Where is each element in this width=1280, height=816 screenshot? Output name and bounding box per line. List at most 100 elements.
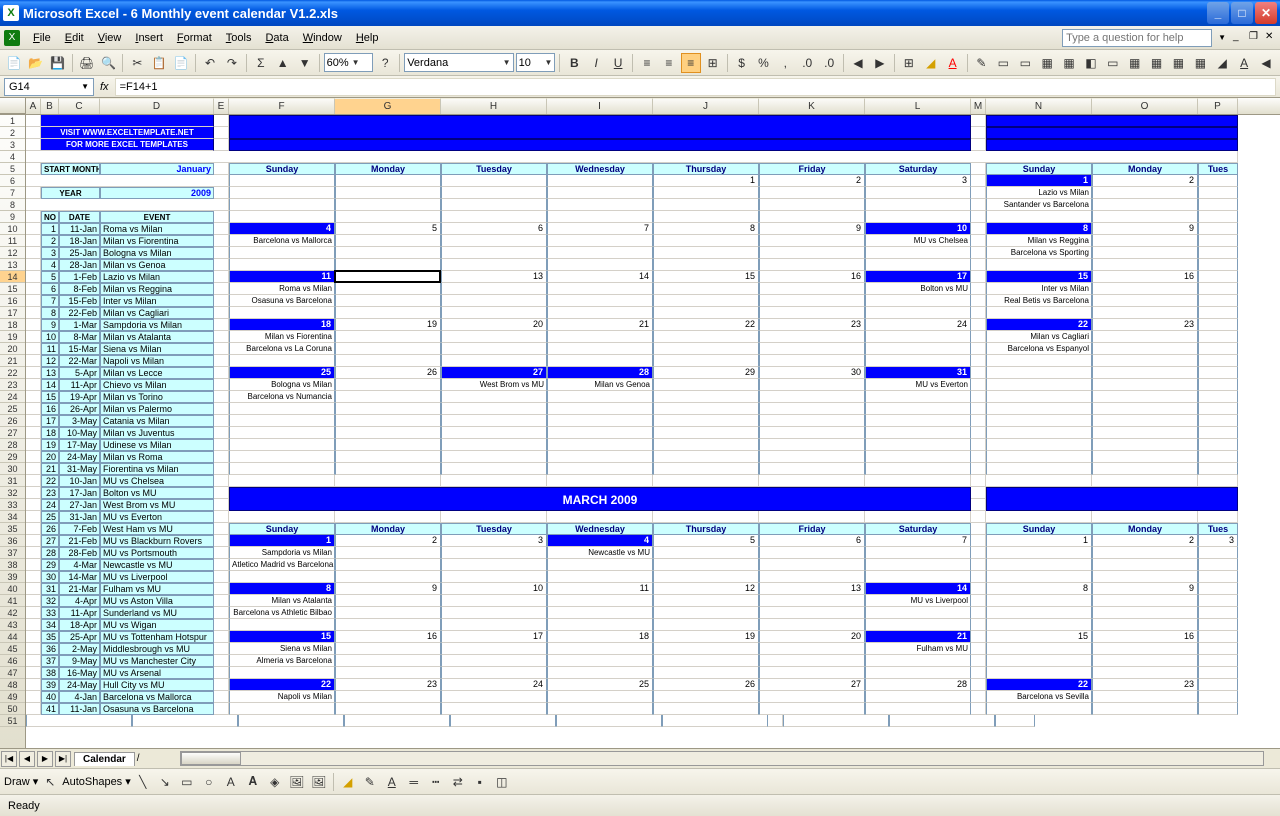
row-header-23[interactable]: 23 xyxy=(0,379,25,391)
row-header-43[interactable]: 43 xyxy=(0,619,25,631)
row-header-30[interactable]: 30 xyxy=(0,463,25,475)
fontcolor-icon[interactable]: A xyxy=(943,53,963,73)
help-dropdown[interactable]: ▼ xyxy=(1218,33,1226,42)
row-header-34[interactable]: 34 xyxy=(0,511,25,523)
row-header-37[interactable]: 37 xyxy=(0,547,25,559)
underline-icon[interactable]: U xyxy=(608,53,628,73)
row-header-50[interactable]: 50 xyxy=(0,703,25,715)
row-header-41[interactable]: 41 xyxy=(0,595,25,607)
percent-icon[interactable]: % xyxy=(754,53,774,73)
sort-desc-icon[interactable]: ▼ xyxy=(295,53,315,73)
fontsize-combo[interactable]: 10▼ xyxy=(516,53,556,72)
row-header-48[interactable]: 48 xyxy=(0,679,25,691)
row-header-15[interactable]: 15 xyxy=(0,283,25,295)
col-header-D[interactable]: D xyxy=(100,98,214,114)
row-header-7[interactable]: 7 xyxy=(0,187,25,199)
currency-icon[interactable]: $ xyxy=(732,53,752,73)
row-header-22[interactable]: 22 xyxy=(0,367,25,379)
paste-icon[interactable]: 📄 xyxy=(171,53,191,73)
row-header-47[interactable]: 47 xyxy=(0,667,25,679)
col-header-J[interactable]: J xyxy=(653,98,759,114)
row-header-18[interactable]: 18 xyxy=(0,319,25,331)
misc11-icon[interactable]: ▦ xyxy=(1190,53,1210,73)
misc5-icon[interactable]: ▦ xyxy=(1059,53,1079,73)
new-icon[interactable]: 📄 xyxy=(4,53,24,73)
doc-close-button[interactable]: ✕ xyxy=(1265,31,1279,45)
col-header-B[interactable]: B xyxy=(41,98,59,114)
arrowstyle-icon[interactable]: ⇄ xyxy=(448,772,468,792)
select-objects-icon[interactable]: ↖ xyxy=(40,772,60,792)
arrow-icon[interactable]: ↘ xyxy=(155,772,175,792)
help-search-input[interactable] xyxy=(1062,29,1212,47)
select-all-corner[interactable] xyxy=(0,98,26,114)
menu-view[interactable]: View xyxy=(91,29,129,47)
row-header-13[interactable]: 13 xyxy=(0,259,25,271)
line-icon[interactable]: ╲ xyxy=(133,772,153,792)
tab-prev-button[interactable]: ◀ xyxy=(19,751,35,767)
row-header-6[interactable]: 6 xyxy=(0,175,25,187)
misc3-icon[interactable]: ▭ xyxy=(1015,53,1035,73)
diagram-icon[interactable]: ◈ xyxy=(265,772,285,792)
open-icon[interactable]: 📂 xyxy=(26,53,46,73)
fontcolor-draw-icon[interactable]: A xyxy=(382,772,402,792)
col-header-C[interactable]: C xyxy=(59,98,100,114)
bold-icon[interactable]: B xyxy=(564,53,584,73)
3d-icon[interactable]: ◫ xyxy=(492,772,512,792)
row-header-8[interactable]: 8 xyxy=(0,199,25,211)
horizontal-scrollbar[interactable] xyxy=(180,751,1264,766)
col-header-H[interactable]: H xyxy=(441,98,547,114)
maximize-button[interactable]: □ xyxy=(1231,2,1253,24)
doc-minimize-button[interactable]: _ xyxy=(1233,31,1247,45)
row-header-5[interactable]: 5 xyxy=(0,163,25,175)
row-header-1[interactable]: 1 xyxy=(0,115,25,127)
align-center-icon[interactable]: ≡ xyxy=(659,53,679,73)
print-icon[interactable]: 🖨 xyxy=(77,53,97,73)
spreadsheet-grid[interactable]: ABCDEFGHIJKLMNOP 12345678910111213141516… xyxy=(0,98,1280,748)
row-header-29[interactable]: 29 xyxy=(0,451,25,463)
menu-format[interactable]: Format xyxy=(170,29,219,47)
col-header-G[interactable]: G xyxy=(335,98,441,114)
misc6-icon[interactable]: ◧ xyxy=(1081,53,1101,73)
row-header-38[interactable]: 38 xyxy=(0,559,25,571)
clipart-icon[interactable]: 🖼 xyxy=(287,772,307,792)
row-header-4[interactable]: 4 xyxy=(0,151,25,163)
misc1-icon[interactable]: ✎ xyxy=(972,53,992,73)
col-header-O[interactable]: O xyxy=(1092,98,1198,114)
menu-edit[interactable]: Edit xyxy=(58,29,91,47)
textbox-icon[interactable]: A xyxy=(221,772,241,792)
oval-icon[interactable]: ○ xyxy=(199,772,219,792)
preview-icon[interactable]: 🔍 xyxy=(99,53,119,73)
row-header-36[interactable]: 36 xyxy=(0,535,25,547)
indent-dec-icon[interactable]: ◀ xyxy=(848,53,868,73)
fx-icon[interactable]: fx xyxy=(100,81,109,93)
row-header-24[interactable]: 24 xyxy=(0,391,25,403)
draw-menu[interactable]: Draw ▾ xyxy=(4,775,38,788)
misc12-icon[interactable]: ◢ xyxy=(1212,53,1232,73)
close-button[interactable]: ✕ xyxy=(1255,2,1277,24)
row-header-3[interactable]: 3 xyxy=(0,139,25,151)
misc4-icon[interactable]: ▦ xyxy=(1037,53,1057,73)
decimal-inc-icon[interactable]: .0 xyxy=(797,53,817,73)
sheet-tab-calendar[interactable]: Calendar xyxy=(74,752,135,766)
linestyle-icon[interactable]: ═ xyxy=(404,772,424,792)
row-header-9[interactable]: 9 xyxy=(0,211,25,223)
row-header-11[interactable]: 11 xyxy=(0,235,25,247)
menu-insert[interactable]: Insert xyxy=(128,29,170,47)
undo-icon[interactable]: ↶ xyxy=(200,53,220,73)
menu-help[interactable]: Help xyxy=(349,29,386,47)
indent-inc-icon[interactable]: ▶ xyxy=(870,53,890,73)
shadow-icon[interactable]: ▪ xyxy=(470,772,490,792)
col-header-A[interactable]: A xyxy=(26,98,41,114)
col-header-F[interactable]: F xyxy=(229,98,335,114)
italic-icon[interactable]: I xyxy=(586,53,606,73)
tab-next-button[interactable]: ▶ xyxy=(37,751,53,767)
row-header-14[interactable]: 14 xyxy=(0,271,25,283)
row-header-16[interactable]: 16 xyxy=(0,295,25,307)
picture-icon[interactable]: 🖼 xyxy=(309,772,329,792)
row-header-19[interactable]: 19 xyxy=(0,331,25,343)
formula-input[interactable]: =F14+1 xyxy=(115,78,1276,96)
misc10-icon[interactable]: ▦ xyxy=(1169,53,1189,73)
borders-icon[interactable]: ⊞ xyxy=(899,53,919,73)
misc7-icon[interactable]: ▭ xyxy=(1103,53,1123,73)
row-header-42[interactable]: 42 xyxy=(0,607,25,619)
